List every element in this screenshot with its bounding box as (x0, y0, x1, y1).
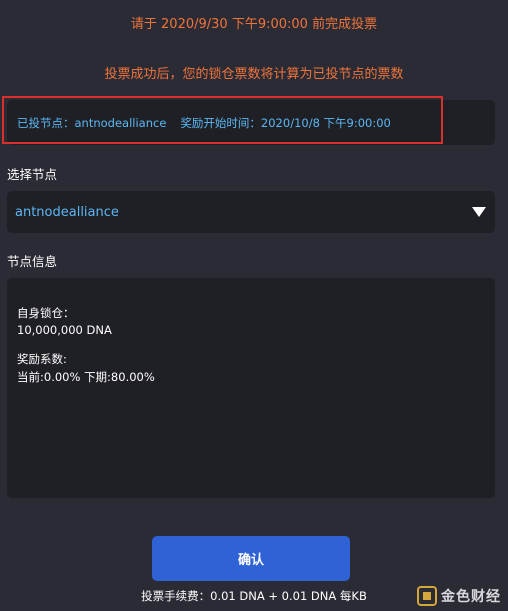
select-node-label: 选择节点 (7, 167, 58, 182)
node-info-panel: 自身锁仓： 10,000,000 DNA 奖励系数: 当前:0.00% 下期:8… (7, 278, 495, 498)
vote-success-notice: 投票成功后，您的锁仓票数将计算为已投节点的票数 (104, 67, 404, 82)
voted-node-label: 已投节点： (17, 116, 75, 130)
node-select-dropdown[interactable]: antnodealliance (7, 191, 495, 233)
node-info-label: 节点信息 (7, 254, 58, 269)
watermark-text: 金色财经 (441, 589, 501, 605)
reward-start-value: 2020/10/8 下午9:00:00 (260, 116, 391, 130)
reward-coefficient-label: 奖励系数: (17, 352, 67, 366)
watermark: 金色财经 (417, 585, 501, 607)
voted-node-info: 已投节点：antnodealliance 奖励开始时间：2020/10/8 下午9… (17, 115, 391, 131)
jinse-logo-icon (417, 586, 437, 606)
voted-node-value: antnodealliance (74, 116, 167, 130)
self-lock-value: 10,000,000 DNA (17, 323, 112, 337)
reward-start-label: 奖励开始时间： (180, 116, 261, 130)
selected-node-value: antnodealliance (15, 205, 119, 220)
triangle-down-icon[interactable] (472, 207, 486, 217)
reward-coefficient-value: 当前:0.00% 下期:80.00% (17, 370, 155, 384)
self-lock-label: 自身锁仓： (17, 306, 75, 320)
confirm-button[interactable]: 确认 (152, 536, 350, 581)
deadline-notice: 请于 2020/9/30 下午9:00:00 前完成投票 (130, 17, 378, 32)
voted-node-panel: 已投节点：antnodealliance 奖励开始时间：2020/10/8 下午9… (7, 100, 495, 145)
